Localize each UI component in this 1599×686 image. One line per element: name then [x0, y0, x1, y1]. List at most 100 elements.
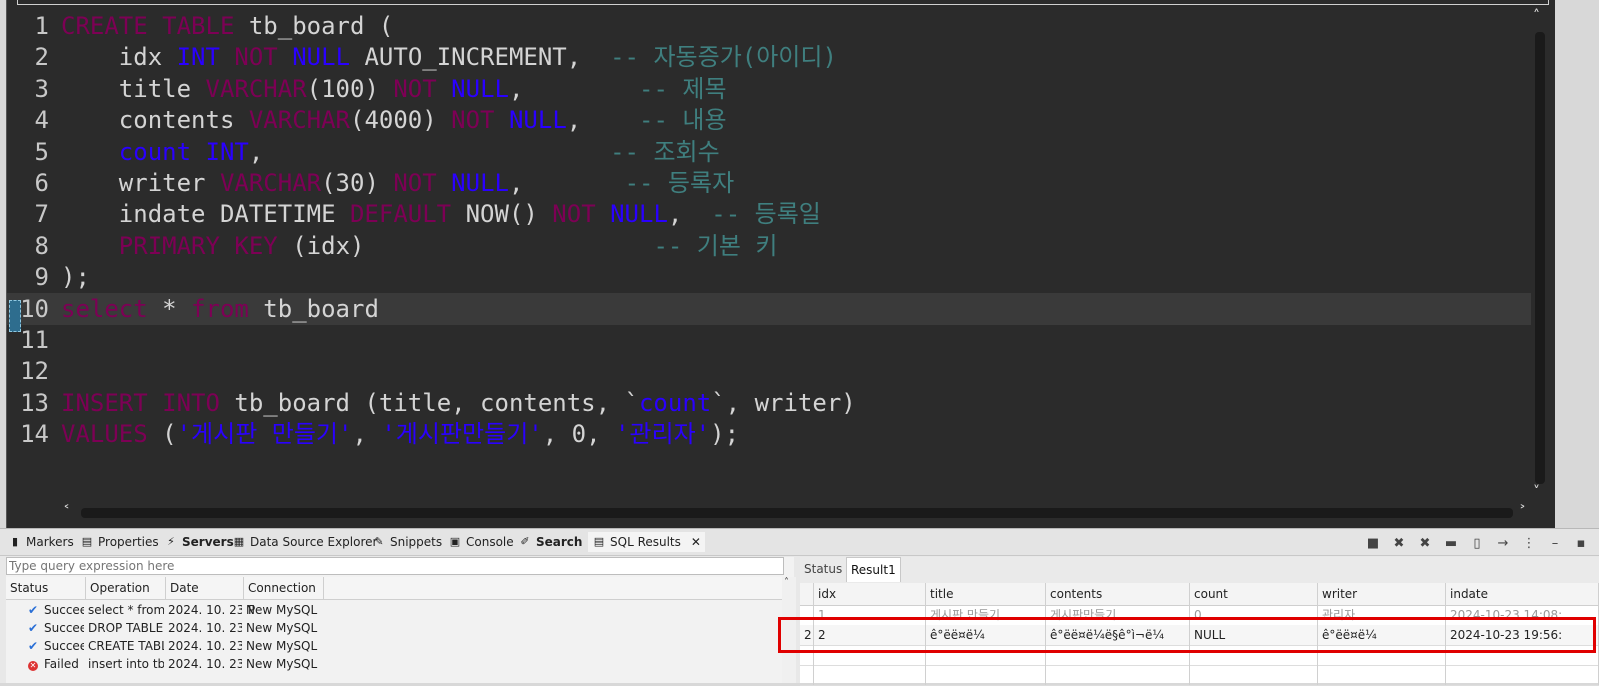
tab-markers[interactable]: ▮ Markers: [8, 532, 74, 552]
history-connection: New MySQL: [246, 603, 318, 617]
arrow-right-icon[interactable]: →: [1495, 536, 1511, 551]
remove-icon[interactable]: ✖: [1391, 536, 1407, 551]
view-menu-icon[interactable]: ⋮: [1521, 536, 1537, 551]
code-token: INTO: [162, 388, 220, 417]
grid-col-title[interactable]: title: [926, 583, 1046, 605]
close-icon[interactable]: ✕: [691, 532, 701, 552]
editor-horizontal-scrollbar[interactable]: ˂ ˃: [63, 504, 1533, 522]
code-line[interactable]: 11: [7, 324, 1537, 356]
code-line[interactable]: 13 INSERT INTO tb_board (title, contents,…: [7, 387, 1537, 419]
scroll-up-icon[interactable]: ˄: [784, 577, 789, 588]
history-col-status[interactable]: Status: [6, 577, 86, 599]
code-line[interactable]: 3 title VARCHAR(100) NOT NULL, -- 제목: [7, 73, 1537, 105]
history-col-connection[interactable]: Connection P: [244, 577, 324, 617]
grid-col-indate[interactable]: indate: [1446, 583, 1599, 605]
bottom-panel: ▮ Markers ▤ Properties ⚡ Servers ▦ Data Source …: [0, 528, 1599, 686]
tab-result1[interactable]: Result1: [846, 557, 901, 582]
scroll-thumb[interactable]: [1535, 32, 1545, 484]
tab-snippets[interactable]: ✎ Snippets: [372, 532, 442, 552]
code-line[interactable]: 6 writer VARCHAR(30) NOT NULL, -- 등록자: [7, 167, 1537, 199]
right-side-strip: [1561, 0, 1599, 528]
line-number: 13: [20, 388, 49, 417]
code-line[interactable]: 12: [7, 355, 1537, 387]
history-row[interactable]: ✔ Succeeded CREATE TABLE tb_board 2024. 10.…: [6, 637, 782, 655]
tab-servers[interactable]: ⚡ Servers: [164, 532, 234, 552]
scroll-down-icon[interactable]: ˅: [1533, 484, 1540, 500]
tab-label: Console: [466, 535, 514, 549]
history-row[interactable]: ✕ Failed insert into tb_board 2024. 10. 23 N…: [6, 655, 782, 673]
tab-search[interactable]: ✐ Search: [518, 532, 582, 552]
code-line[interactable]: 14 VALUES ('게시판 만들기', '게시판만들기', 0, '관리자')…: [7, 418, 1537, 450]
code-line[interactable]: 2 idx INT NOT NULL AUTO_INCREMENT, -- 자동…: [7, 41, 1537, 73]
code-token: TABLE: [162, 12, 235, 40]
grid-col-writer[interactable]: writer: [1318, 583, 1446, 605]
grid-col-contents[interactable]: contents: [1046, 583, 1190, 605]
scroll-right-icon[interactable]: ˃: [1519, 504, 1526, 520]
code-token: *: [147, 294, 192, 323]
code-token: `, writer): [711, 388, 856, 417]
tab-data-source-explorer[interactable]: ▦ Data Source Explorer: [232, 532, 378, 552]
scroll-thumb-horizontal[interactable]: [81, 508, 1513, 518]
code-token: -- 내용: [639, 106, 727, 135]
tab-console[interactable]: ▣ Console: [448, 532, 514, 552]
scroll-left-icon[interactable]: ˂: [63, 504, 70, 520]
maximize-icon[interactable]: ▪: [1573, 536, 1589, 551]
code-line[interactable]: 4 contents VARCHAR(4000) NOT NULL, -- 내용: [7, 104, 1537, 136]
sql-editor[interactable]: 1 CREATE TABLE tb_board (2 idx INT NOT NU…: [6, 0, 1555, 528]
tab-properties[interactable]: ▤ Properties: [80, 532, 159, 552]
query-filter-input[interactable]: [6, 557, 784, 575]
folder-icon[interactable]: ▬: [1443, 536, 1459, 551]
tab-status[interactable]: Status: [800, 557, 846, 581]
grid-col-idx[interactable]: idx: [814, 583, 926, 605]
history-connection: New MySQL: [246, 621, 318, 635]
line-number: 8: [34, 231, 49, 260]
row-number-col: [800, 583, 814, 605]
code-token: -- 조회수: [610, 137, 720, 166]
history-status: Failed: [44, 657, 79, 671]
editor-top-border: [17, 0, 1549, 5]
success-check-icon: ✔: [28, 639, 39, 653]
editor-vertical-scrollbar[interactable]: ˄ ˅: [1531, 8, 1549, 504]
code-text: PRIMARY KEY (idx) -- 기본 키: [61, 230, 778, 262]
stop-icon[interactable]: ■: [1365, 536, 1381, 551]
code-token: VALUES: [61, 420, 148, 449]
empty-cell: [1190, 665, 1318, 685]
code-token: ,: [352, 420, 382, 449]
code-line[interactable]: 5 count INT, -- 조회수: [7, 136, 1537, 168]
history-col-operation[interactable]: Operation: [86, 577, 166, 599]
empty-cell: [1318, 665, 1446, 685]
code-line[interactable]: 9);: [7, 261, 1537, 293]
code-token: '게시판만들기': [381, 420, 543, 449]
remove-all-icon[interactable]: ✖: [1417, 536, 1433, 551]
scroll-up-icon[interactable]: ˄: [1533, 8, 1540, 24]
empty-result-row: [800, 665, 1599, 686]
code-line[interactable]: 1 CREATE TABLE tb_board (: [7, 10, 1537, 42]
document-icon[interactable]: ▯: [1469, 536, 1485, 551]
line-number: 5: [34, 137, 49, 166]
tab-label: Servers: [182, 535, 234, 549]
history-row[interactable]: ✔ Succeeded DROP TABLE tb_board 2024. 10. 2…: [6, 619, 782, 637]
history-date: 2024. 10. 23: [168, 603, 242, 617]
code-token: , 0,: [542, 420, 615, 449]
code-token: NOT: [451, 106, 495, 135]
grid-col-count[interactable]: count: [1190, 583, 1318, 605]
minimize-icon[interactable]: –: [1547, 536, 1563, 551]
history-operation: select * from tb_board: [88, 603, 164, 617]
code-line[interactable]: 10 select * from tb_board: [7, 292, 1537, 325]
code-token: -- 등록자: [624, 169, 735, 197]
code-token: (idx): [277, 231, 654, 260]
code-line[interactable]: 8 PRIMARY KEY (idx) -- 기본 키: [7, 230, 1537, 262]
code-line[interactable]: 7 indate DATETIME DEFAULT NOW() NOT NULL…: [7, 198, 1537, 230]
tab-sql-results[interactable]: ▤ SQL Results ✕: [588, 532, 705, 552]
history-col-date[interactable]: Date: [166, 577, 244, 599]
code-token: tb_board (: [234, 12, 394, 40]
history-row[interactable]: ✔ Succeeded select * from tb_board 2024. 10…: [6, 601, 782, 619]
success-check-icon: ✔: [28, 621, 39, 635]
